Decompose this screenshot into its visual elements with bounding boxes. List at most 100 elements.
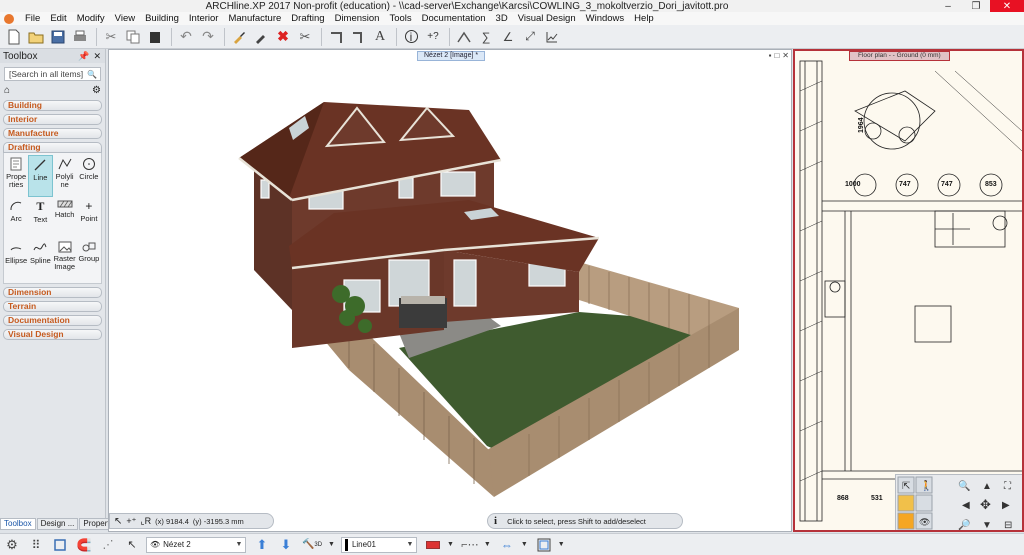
tab-toolbox[interactable]: Toolbox bbox=[0, 518, 36, 530]
category-visual-design[interactable]: Visual Design bbox=[3, 329, 102, 340]
angle-button[interactable]: ∠ bbox=[498, 27, 518, 47]
tool-properties[interactable]: Prope rties bbox=[4, 155, 28, 197]
menu-windows[interactable]: Windows bbox=[581, 13, 630, 24]
menu-3d[interactable]: 3D bbox=[491, 13, 513, 24]
menu-interior[interactable]: Interior bbox=[184, 13, 224, 24]
frame-icon bbox=[54, 538, 66, 551]
distance-button[interactable]: ⤢ bbox=[520, 27, 540, 47]
corner-alt-button[interactable] bbox=[348, 27, 368, 47]
tool-spline[interactable]: Spline bbox=[28, 239, 52, 281]
double-arrow-dropdown-icon[interactable]: ▼ bbox=[521, 541, 528, 548]
relative-coord-icon[interactable]: ⌞R bbox=[140, 516, 151, 527]
menu-view[interactable]: View bbox=[110, 13, 140, 24]
home-icon[interactable]: ⌂ bbox=[4, 85, 10, 96]
select-view-button[interactable]: ↖ bbox=[122, 536, 142, 554]
tool-ellipse[interactable]: Ellipse bbox=[4, 239, 28, 281]
tool-polyline[interactable]: Polyli ne bbox=[53, 155, 77, 197]
line-type-dropdown-icon[interactable]: ▼ bbox=[484, 541, 491, 548]
tool-raster-image[interactable]: Raster Image bbox=[53, 239, 77, 281]
eraser-button[interactable] bbox=[423, 536, 443, 554]
trim-button[interactable]: ✂ bbox=[295, 27, 315, 47]
tool-hatch[interactable]: Hatch bbox=[53, 197, 77, 239]
tool-arc[interactable]: Arc bbox=[4, 197, 28, 239]
measure-button[interactable] bbox=[454, 27, 474, 47]
delete-button[interactable]: ✖ bbox=[273, 27, 293, 47]
pin-icon[interactable]: 📌 bbox=[78, 51, 89, 62]
close-panel-icon[interactable]: ✕ bbox=[93, 51, 101, 62]
floor-plan-drawing[interactable]: 1000 747 747 853 1964 868 531 bbox=[795, 51, 1022, 530]
double-arrow-button[interactable]: ⇔ bbox=[497, 536, 517, 554]
toolbox-search-input[interactable]: [Search in all items] 🔍 bbox=[4, 67, 101, 81]
tool-text[interactable]: T Text bbox=[28, 197, 52, 239]
category-terrain[interactable]: Terrain bbox=[3, 301, 102, 312]
gear-icon[interactable]: ⚙ bbox=[92, 85, 101, 96]
tab-design[interactable]: Design ... bbox=[36, 518, 79, 530]
menu-help[interactable]: Help bbox=[629, 13, 659, 24]
menu-modify[interactable]: Modify bbox=[72, 13, 110, 24]
copy-button[interactable] bbox=[123, 27, 143, 47]
text-style-button[interactable]: A bbox=[370, 27, 390, 47]
category-documentation[interactable]: Documentation bbox=[3, 315, 102, 326]
print-button[interactable] bbox=[70, 27, 90, 47]
floor-plan-window[interactable]: Floor plan - - Ground (0 mm) 1000 747 74… bbox=[793, 49, 1024, 532]
undo-button[interactable]: ↶ bbox=[176, 27, 196, 47]
new-file-button[interactable] bbox=[4, 27, 24, 47]
sum-button[interactable]: ∑ bbox=[476, 27, 496, 47]
cut-button[interactable]: ✂ bbox=[101, 27, 121, 47]
tool-group[interactable]: Group bbox=[77, 239, 101, 281]
layer-select[interactable]: Line01 ▼ bbox=[340, 536, 417, 553]
grid-button[interactable]: ⠿ bbox=[26, 536, 46, 554]
paste-button[interactable] bbox=[145, 27, 165, 47]
category-drafting[interactable]: Drafting bbox=[3, 142, 102, 153]
category-building[interactable]: Building bbox=[3, 100, 102, 111]
settings-button[interactable]: ⚙ bbox=[2, 536, 22, 554]
house-3d-render[interactable] bbox=[109, 50, 791, 512]
svg-text:⇱: ⇱ bbox=[902, 481, 910, 492]
menu-drafting[interactable]: Drafting bbox=[286, 13, 329, 24]
menu-tools[interactable]: Tools bbox=[384, 13, 416, 24]
app-logo-icon[interactable] bbox=[4, 13, 14, 24]
view-select[interactable]: 👁 Nézet 2 ▼ bbox=[146, 536, 246, 553]
frame-button[interactable] bbox=[50, 536, 70, 554]
menu-building[interactable]: Building bbox=[140, 13, 184, 24]
info-button[interactable]: i bbox=[401, 27, 421, 47]
line-type-button[interactable]: ⌐⋯ bbox=[460, 536, 480, 554]
menu-manufacture[interactable]: Manufacture bbox=[223, 13, 286, 24]
move-up-button[interactable]: ⬆ bbox=[252, 536, 272, 554]
corner-button[interactable] bbox=[326, 27, 346, 47]
pick-properties-button[interactable] bbox=[251, 27, 271, 47]
chart-button[interactable] bbox=[542, 27, 562, 47]
match-properties-button[interactable] bbox=[229, 27, 249, 47]
3d-view-window[interactable]: Nézet 2 [Image] * ▪ □ ✕ ↖ +⁺ ⌞R (x) 9184… bbox=[108, 49, 792, 532]
category-manufacture[interactable]: Manufacture bbox=[3, 128, 102, 139]
menu-visual-design[interactable]: Visual Design bbox=[513, 13, 581, 24]
save-button[interactable] bbox=[48, 27, 68, 47]
nav-buttons[interactable]: ⇱ 🚶 👁 🔍 ▲ ⛶ ◀ ✥ ▶ 🔎 ▼ ⊟ bbox=[897, 476, 1012, 531]
menu-documentation[interactable]: Documentation bbox=[417, 13, 491, 24]
tool-circle[interactable]: Circle bbox=[77, 155, 101, 197]
redo-button[interactable]: ↷ bbox=[198, 27, 218, 47]
menu-file[interactable]: File bbox=[20, 13, 45, 24]
menu-edit[interactable]: Edit bbox=[45, 13, 71, 24]
add-point-icon[interactable]: +⁺ bbox=[126, 516, 136, 527]
eraser-dropdown-icon[interactable]: ▼ bbox=[447, 541, 454, 548]
window-frame-button[interactable] bbox=[534, 536, 554, 554]
maximize-button[interactable]: ❐ bbox=[962, 0, 990, 12]
category-dimension[interactable]: Dimension bbox=[3, 287, 102, 298]
close-button[interactable]: ✕ bbox=[990, 0, 1024, 12]
rays-button[interactable]: ⋰ bbox=[98, 536, 118, 554]
snap-plus-button[interactable]: +? bbox=[423, 27, 443, 47]
select-cursor-icon[interactable]: ↖ bbox=[114, 516, 122, 527]
move-down-button[interactable]: ⬇ bbox=[276, 536, 296, 554]
minimize-button[interactable]: – bbox=[934, 0, 962, 12]
tool-line[interactable]: Line bbox=[28, 155, 53, 197]
window-frame-dropdown-icon[interactable]: ▼ bbox=[558, 541, 565, 548]
svg-text:⛶: ⛶ bbox=[1003, 481, 1012, 492]
hammer-dropdown-icon[interactable]: ▼ bbox=[328, 541, 335, 548]
tool-point[interactable]: + Point bbox=[77, 197, 101, 239]
category-interior[interactable]: Interior bbox=[3, 114, 102, 125]
3d-hammer-button[interactable]: 🔨 3D bbox=[300, 536, 324, 554]
magnet-button[interactable]: 🧲 bbox=[74, 536, 94, 554]
menu-dimension[interactable]: Dimension bbox=[330, 13, 385, 24]
open-file-button[interactable] bbox=[26, 27, 46, 47]
